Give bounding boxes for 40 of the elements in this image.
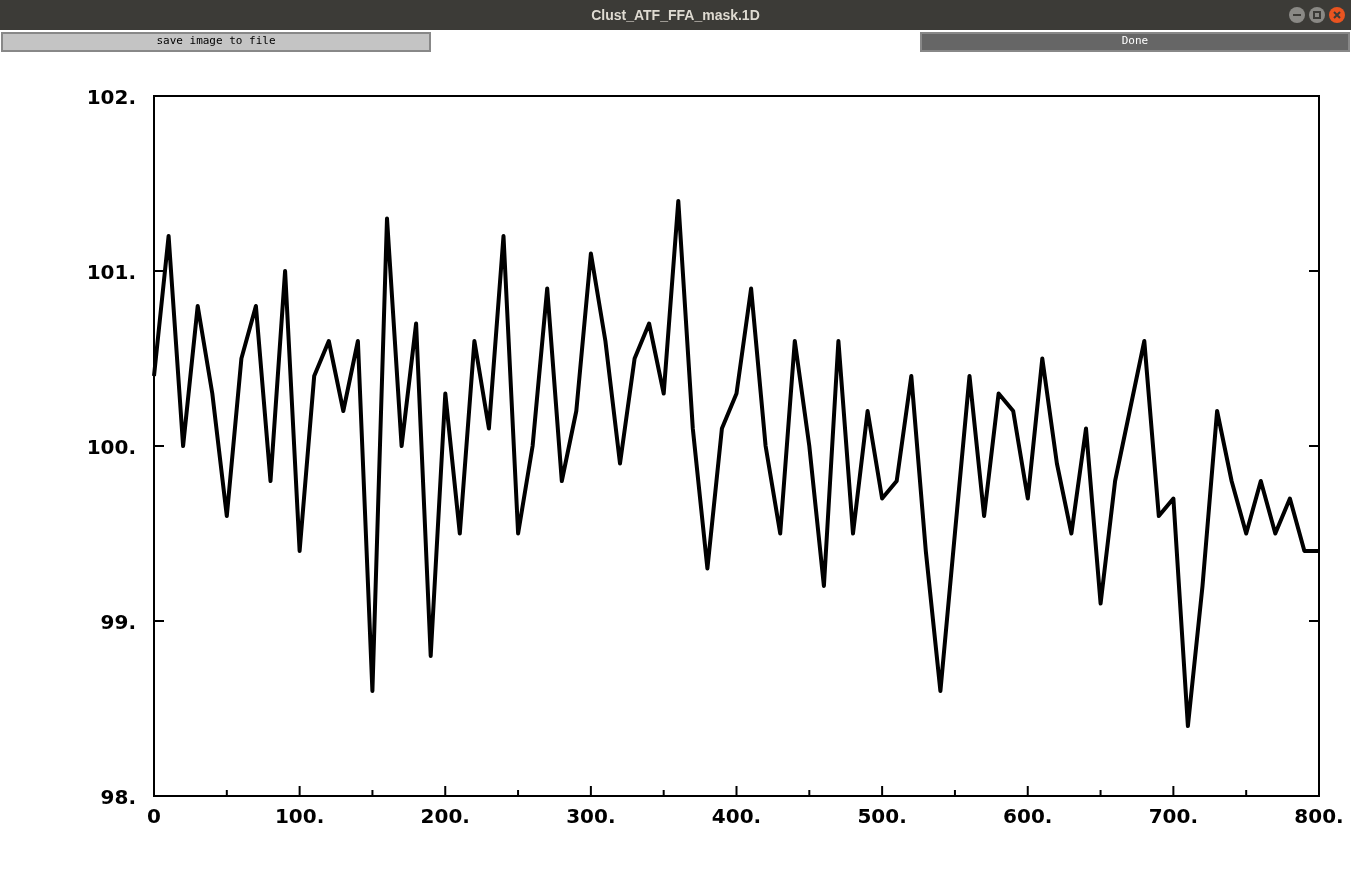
x-tick-label: 800. <box>1294 804 1344 828</box>
x-tick-label: 700. <box>1148 804 1199 828</box>
maximize-icon <box>1313 11 1321 19</box>
x-tick-label: 0 <box>147 804 161 828</box>
close-button[interactable] <box>1329 7 1345 23</box>
x-tick <box>1318 785 1320 797</box>
x-tick <box>589 785 592 797</box>
window-title: Clust_ATF_FFA_mask.1D <box>591 5 760 25</box>
x-tick-label: 400. <box>711 804 762 828</box>
x-minor-tick <box>662 789 665 797</box>
x-tick-label: 100. <box>274 804 325 828</box>
x-tick <box>444 785 447 797</box>
y-tick-label: 102. <box>86 85 136 109</box>
x-tick <box>735 785 738 797</box>
close-icon <box>1333 11 1341 19</box>
x-minor-tick <box>1245 789 1248 797</box>
y-tick-label: 100. <box>86 435 136 459</box>
maximize-button[interactable] <box>1309 7 1325 23</box>
x-tick-label: 200. <box>420 804 470 828</box>
x-minor-tick <box>371 789 374 797</box>
x-tick <box>298 785 301 797</box>
save-image-button[interactable]: save image to file <box>1 31 431 52</box>
x-minor-tick <box>517 789 520 797</box>
x-tick <box>1172 785 1175 797</box>
x-tick <box>881 785 884 797</box>
y-tick-label: 101. <box>86 260 136 284</box>
x-tick <box>153 785 155 797</box>
x-minor-tick <box>1099 789 1102 797</box>
x-minor-tick <box>225 789 228 797</box>
x-minor-tick <box>808 789 811 797</box>
x-tick-label: 600. <box>1003 804 1053 828</box>
minimize-button[interactable] <box>1289 7 1305 23</box>
x-tick <box>1026 785 1029 797</box>
done-button[interactable]: Done <box>920 31 1350 52</box>
minimize-icon <box>1293 14 1301 16</box>
y-tick-label: 98. <box>100 785 136 809</box>
y-tick-label: 99. <box>100 610 136 634</box>
x-tick-label: 300. <box>566 804 616 828</box>
x-tick-label: 500. <box>857 804 907 828</box>
x-minor-tick <box>953 789 956 797</box>
